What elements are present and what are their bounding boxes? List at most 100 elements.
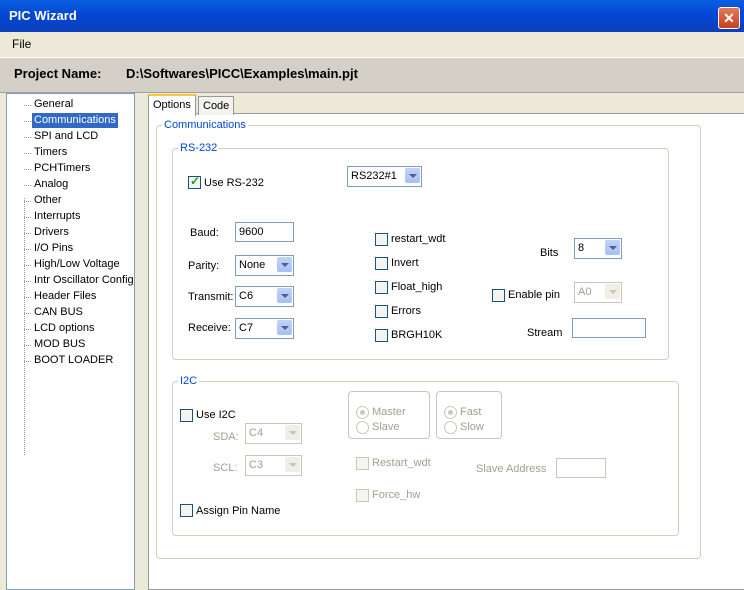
receive-select[interactable]: C7 [235, 318, 294, 339]
tab-code[interactable]: Code [198, 96, 235, 115]
parity-label: Parity: [188, 260, 220, 272]
tree-branch [24, 249, 31, 250]
tree-branch [24, 137, 31, 138]
tree-branch [24, 217, 31, 218]
tree-connector [24, 198, 25, 455]
close-button[interactable]: ✕ [718, 7, 740, 29]
master-radio[interactable] [356, 406, 369, 419]
enable-pin-label: Enable pin [508, 289, 560, 301]
tree-item-boot-loader[interactable]: BOOT LOADER [32, 353, 115, 368]
tree-item-general[interactable]: General [32, 97, 75, 112]
transmit-select[interactable]: C6 [235, 286, 294, 307]
tree-branch [24, 105, 31, 106]
transmit-value: C6 [239, 290, 254, 302]
tree-branch [24, 121, 31, 122]
force-hw-label: Force_hw [372, 489, 421, 501]
tree-item-can-bus[interactable]: CAN BUS [32, 305, 85, 320]
slave-address-input[interactable] [556, 458, 606, 478]
menu-bar [0, 32, 744, 56]
invert-label: Invert [391, 257, 419, 269]
communications-group-label: Communications [162, 119, 248, 131]
tree-item-io-pins[interactable]: I/O Pins [32, 241, 75, 256]
project-path: D:\Softwares\PICC\Examples\main.pjt [126, 66, 358, 81]
force-hw-checkbox[interactable] [356, 489, 369, 502]
slow-radio[interactable] [444, 421, 457, 434]
float-high-label: Float_high [391, 281, 443, 293]
project-name-label: Project Name: [14, 66, 102, 81]
i2c-restart-wdt-label: Restart_wdt [372, 457, 431, 469]
tree-branch [24, 233, 31, 234]
errors-label: Errors [391, 305, 421, 317]
enable-pin-select[interactable]: A0 [574, 282, 622, 303]
restart-wdt-checkbox[interactable] [375, 233, 388, 246]
tree-item-high-low-voltage[interactable]: High/Low Voltage [32, 257, 122, 272]
rs232-port-select[interactable]: RS232#1 [347, 166, 422, 187]
slave-address-label: Slave Address [476, 463, 547, 475]
tree-branch [24, 201, 31, 202]
tree-item-analog[interactable]: Analog [32, 177, 70, 192]
chevron-down-icon [277, 288, 292, 303]
chevron-down-icon [277, 257, 292, 272]
enable-pin-checkbox[interactable] [492, 289, 505, 302]
tree-item-lcd-options[interactable]: LCD options [32, 321, 97, 336]
bits-value: 8 [578, 242, 585, 254]
assign-pin-name-checkbox[interactable] [180, 504, 193, 517]
float-high-checkbox[interactable] [375, 281, 388, 294]
invert-checkbox[interactable] [375, 257, 388, 270]
tree-item-pchtimers[interactable]: PCHTimers [32, 161, 92, 176]
chevron-down-icon [285, 425, 300, 440]
slow-label: Slow [460, 421, 484, 433]
use-i2c-label: Use I2C [196, 409, 236, 421]
radio-dot [448, 410, 453, 415]
chevron-down-icon [285, 457, 300, 472]
brgh10k-label: BRGH10K [391, 329, 443, 341]
tree-item-other[interactable]: Other [32, 193, 64, 208]
tree-item-drivers[interactable]: Drivers [32, 225, 71, 240]
scl-value: C3 [249, 459, 264, 471]
baud-input[interactable]: 9600 [235, 222, 294, 242]
tab-options[interactable]: Options [148, 94, 196, 116]
slave-label: Slave [372, 421, 400, 433]
scl-select[interactable]: C3 [245, 455, 302, 476]
fast-radio[interactable] [444, 406, 457, 419]
slave-radio[interactable] [356, 421, 369, 434]
check-icon: ✓ [190, 174, 201, 188]
tree-item-interrupts[interactable]: Interrupts [32, 209, 82, 224]
receive-value: C7 [239, 322, 254, 334]
tree-branch [24, 361, 31, 362]
restart-wdt-label: restart_wdt [391, 233, 446, 245]
errors-checkbox[interactable] [375, 305, 388, 318]
menu-file[interactable]: File [12, 37, 31, 51]
use-i2c-checkbox[interactable] [180, 409, 193, 422]
master-label: Master [372, 406, 406, 418]
parity-select[interactable]: None [235, 255, 294, 276]
use-rs232-checkbox[interactable]: ✓ [188, 174, 201, 189]
transmit-label: Transmit: [188, 291, 234, 303]
stream-label: Stream [527, 327, 563, 339]
i2c-group-label: I2C [178, 375, 200, 387]
receive-label: Receive: [188, 322, 231, 334]
baud-value: 9600 [239, 226, 264, 238]
rs232-group-label: RS-232 [178, 142, 220, 154]
chevron-down-icon [605, 240, 620, 255]
category-tree[interactable]: General Communications SPI and LCD Timer… [6, 93, 135, 590]
scl-label: SCL: [213, 462, 238, 474]
tree-item-header-files[interactable]: Header Files [32, 289, 98, 304]
parity-value: None [239, 259, 266, 271]
tree-item-mod-bus[interactable]: MOD BUS [32, 337, 87, 352]
tree-item-timers[interactable]: Timers [32, 145, 69, 160]
i2c-restart-wdt-checkbox[interactable] [356, 457, 369, 470]
tree-branch [24, 281, 31, 282]
sda-select[interactable]: C4 [245, 423, 302, 444]
bits-select[interactable]: 8 [574, 238, 622, 259]
chevron-down-icon [605, 284, 620, 299]
stream-input[interactable] [572, 318, 646, 338]
assign-pin-name-label: Assign Pin Name [196, 505, 281, 517]
tree-item-communications[interactable]: Communications [32, 113, 118, 128]
brgh10k-checkbox[interactable] [375, 329, 388, 342]
radio-dot [360, 410, 365, 415]
tree-item-intr-oscillator[interactable]: Intr Oscillator Config [32, 273, 136, 288]
tree-branch [24, 329, 31, 330]
tree-branch [24, 313, 31, 314]
tree-item-spi-lcd[interactable]: SPI and LCD [32, 129, 100, 144]
